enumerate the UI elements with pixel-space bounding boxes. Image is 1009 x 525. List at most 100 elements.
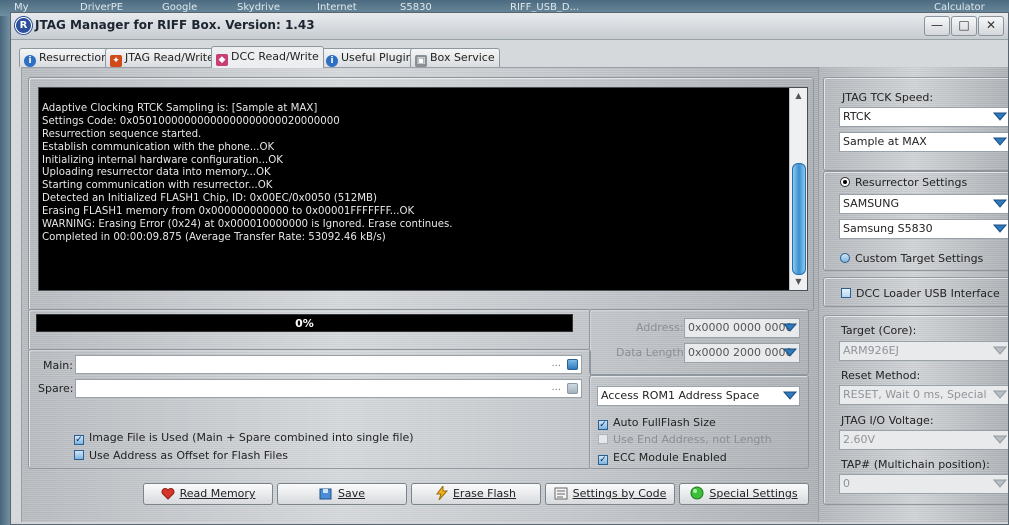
button-label: Read Memory [179, 487, 256, 500]
vendor-select[interactable]: SAMSUNG [839, 194, 1008, 214]
button-label: Erase Flash [452, 487, 517, 500]
spare-file-input[interactable]: ... [75, 379, 582, 398]
info-icon: i [24, 55, 36, 67]
target-label: Target (Core): [841, 324, 917, 337]
dropdown-arrow-icon[interactable] [993, 434, 1007, 446]
dropdown-arrow-icon[interactable] [993, 111, 1007, 123]
settings-by-code-button[interactable]: Settings by Code [545, 483, 675, 505]
log-line: Initializing internal hardware configura… [42, 154, 283, 166]
checkbox-label: Auto FullFlash Size [613, 416, 716, 429]
dcc-loader-checkbox[interactable]: DCC Loader USB Interface [841, 287, 1000, 300]
log-line: Establish communication with the phone..… [42, 141, 275, 153]
button-label: Special Settings [709, 487, 798, 500]
reset-method-value: RESET, Wait 0 ms, Special [843, 388, 987, 401]
maximize-button[interactable]: □ [951, 16, 977, 36]
save-button[interactable]: Save [277, 483, 407, 505]
browse-dots: ... [551, 382, 561, 393]
spare-file-label: Spare: [38, 382, 74, 395]
scroll-thumb[interactable] [792, 163, 806, 275]
checkbox-label: ECC Module Enabled [613, 451, 727, 464]
checkbox-checked-icon: ✓ [598, 420, 608, 430]
reset-method-label: Reset Method: [841, 369, 921, 382]
use-address-offset-checkbox[interactable]: Use Address as Offset for Flash Files [74, 449, 288, 462]
io-voltage-select[interactable]: 2.60V [839, 430, 1008, 450]
auto-fullflash-checkbox[interactable]: ✓ Auto FullFlash Size [598, 416, 716, 430]
checkbox-label: Image File is Used (Main + Spare combine… [89, 431, 414, 444]
dropdown-arrow-icon[interactable] [783, 390, 797, 402]
sampling-select[interactable]: Sample at MAX [839, 132, 1008, 152]
window-title: JTAG Manager for RIFF Box. Version: 1.43 [35, 18, 315, 32]
progress-bar: 0% [36, 314, 573, 332]
scroll-up-icon[interactable]: ▲ [790, 88, 807, 104]
use-end-address-checkbox[interactable]: Use End Address, not Length [598, 433, 772, 446]
image-file-used-checkbox[interactable]: ✓ Image File is Used (Main + Spare combin… [74, 431, 414, 445]
radio-label: Resurrector Settings [855, 176, 968, 189]
address-space-select[interactable]: Access ROM1 Address Space [597, 386, 800, 406]
data-length-label: Data Length: [616, 346, 688, 359]
vendor-value: SAMSUNG [843, 197, 899, 210]
reset-method-select[interactable]: RESET, Wait 0 ms, Special [839, 385, 1008, 405]
log-console[interactable]: Adaptive Clocking RTCK Sampling is: [Sam… [38, 87, 808, 291]
checkbox-checked-icon: ✓ [74, 435, 84, 445]
custom-target-radio[interactable]: Custom Target Settings [840, 252, 983, 265]
log-line: Adaptive Clocking RTCK Sampling is: [Sam… [42, 102, 318, 114]
tap-label: TAP# (Multichain position): [841, 458, 990, 471]
dcc-icon: ◆ [216, 54, 228, 66]
tab-resurrection[interactable]: i Resurrection [19, 48, 114, 67]
checkbox-label: Use Address as Offset for Flash Files [89, 449, 288, 462]
tab-label: Resurrection [39, 51, 109, 64]
tck-speed-select[interactable]: RTCK [839, 107, 1008, 127]
spin-arrow-icon[interactable] [783, 347, 797, 359]
ecc-module-checkbox[interactable]: ✓ ECC Module Enabled [598, 451, 727, 465]
tab-label: JTAG Read/Write [125, 51, 214, 64]
radio-selected-icon [840, 177, 850, 187]
tap-select[interactable]: 0 [839, 474, 1008, 494]
dropdown-arrow-icon[interactable] [993, 345, 1007, 357]
browse-file-icon[interactable] [567, 383, 578, 394]
settings-sheet-icon [554, 487, 568, 507]
address-space-value: Access ROM1 Address Space [601, 389, 760, 402]
data-length-input[interactable]: 0x0000 2000 0000 [684, 343, 800, 363]
log-line: Detected an Initialized FLASH1 Chip, ID:… [42, 193, 377, 205]
dropdown-arrow-icon[interactable] [993, 198, 1007, 210]
chip-icon: ✦ [110, 55, 122, 67]
address-value: 0x0000 0000 0000 [688, 321, 793, 334]
title-bar[interactable]: R JTAG Manager for RIFF Box. Version: 1.… [11, 13, 1008, 40]
read-memory-button[interactable]: Read Memory [143, 483, 273, 505]
dropdown-arrow-icon[interactable] [993, 478, 1007, 490]
browse-file-icon[interactable] [567, 359, 578, 370]
model-select[interactable]: Samsung S5830 [839, 219, 1008, 239]
target-select[interactable]: ARM926EJ [839, 341, 1008, 361]
main-file-input[interactable]: ... [75, 355, 582, 374]
tab-dcc-read-write[interactable]: ◆ DCC Read/Write [211, 46, 324, 68]
dropdown-arrow-icon[interactable] [993, 223, 1007, 235]
spin-arrow-icon[interactable] [783, 322, 797, 334]
address-input[interactable]: 0x0000 0000 0000 [684, 318, 800, 338]
resurrector-settings-radio[interactable]: Resurrector Settings [840, 176, 967, 189]
tab-jtag-read-write[interactable]: ✦ JTAG Read/Write [105, 48, 219, 67]
scroll-down-icon[interactable]: ▼ [790, 274, 807, 290]
checkbox-checked-icon: ✓ [598, 455, 608, 465]
dropdown-arrow-icon[interactable] [993, 389, 1007, 401]
heart-icon [161, 487, 175, 507]
button-label: Save [337, 487, 365, 500]
box-icon: ▣ [415, 55, 427, 67]
log-text: Adaptive Clocking RTCK Sampling is: [Sam… [42, 90, 787, 245]
erase-flash-button[interactable]: Erase Flash [411, 483, 541, 505]
dropdown-arrow-icon[interactable] [993, 136, 1007, 148]
special-settings-button[interactable]: Special Settings [679, 483, 809, 505]
data-length-value: 0x0000 2000 0000 [688, 346, 793, 359]
minimize-button[interactable]: — [924, 16, 950, 36]
target-value: ARM926EJ [843, 344, 899, 357]
tab-label: Useful Plugins [341, 51, 419, 64]
checkbox-unchecked-icon [841, 288, 851, 298]
close-button[interactable]: ✕ [978, 16, 1004, 36]
tab-box-service[interactable]: ▣ Box Service [410, 48, 500, 67]
tab-useful-plugins[interactable]: i Useful Plugins [321, 48, 424, 67]
tab-label: Box Service [430, 51, 495, 64]
log-scrollbar[interactable]: ▲ ▼ [789, 88, 807, 290]
info-icon: i [326, 55, 338, 67]
green-orb-icon [690, 486, 704, 507]
log-line: Starting communication with resurrector.… [42, 180, 273, 192]
log-line: Uploading resurrector data into memory..… [42, 167, 271, 179]
